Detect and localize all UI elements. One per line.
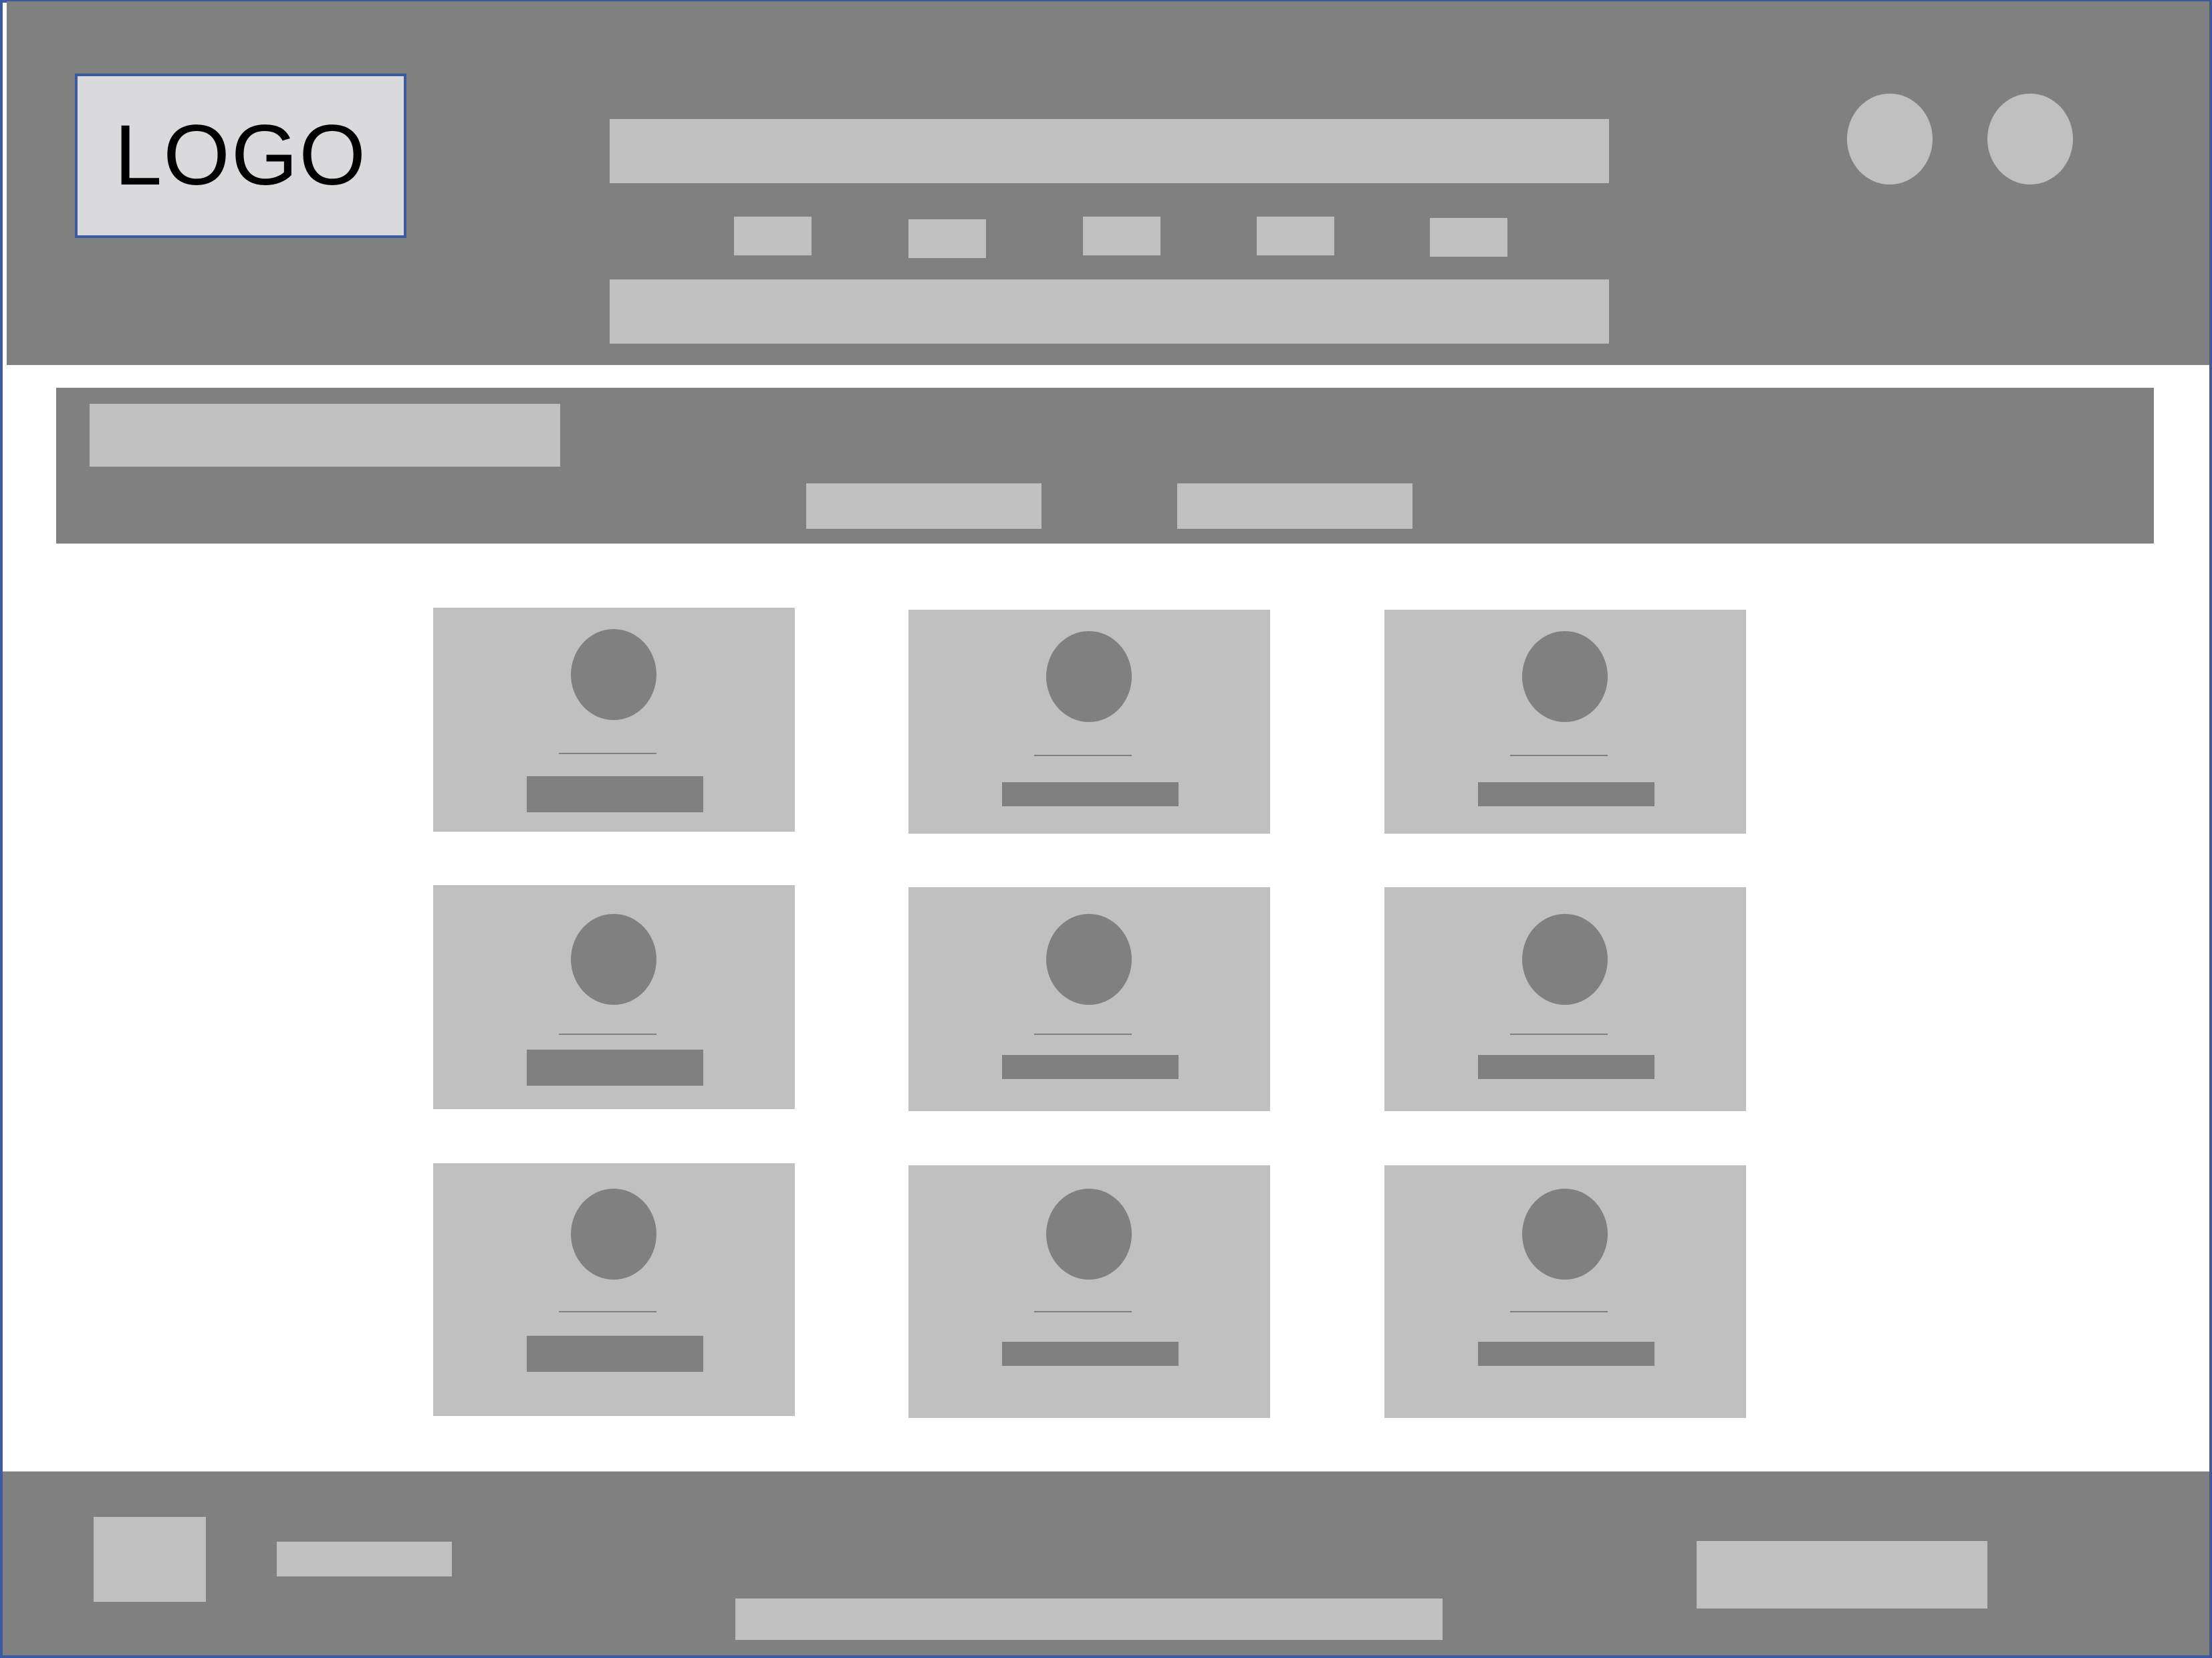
card-divider bbox=[1510, 1311, 1608, 1312]
card-label-placeholder bbox=[1478, 1055, 1654, 1079]
card-label-placeholder bbox=[1002, 782, 1179, 806]
card[interactable] bbox=[1384, 1165, 1746, 1418]
card-divider bbox=[559, 1311, 656, 1312]
logo[interactable]: LOGO bbox=[75, 74, 406, 238]
subheader-button-1[interactable] bbox=[806, 483, 1041, 529]
nav-item-1[interactable] bbox=[734, 217, 812, 255]
card[interactable] bbox=[908, 887, 1270, 1111]
card[interactable] bbox=[1384, 610, 1746, 834]
avatar-icon bbox=[1522, 631, 1608, 722]
card-label-placeholder bbox=[1002, 1342, 1179, 1366]
avatar-icon bbox=[571, 1189, 656, 1280]
nav-item-2[interactable] bbox=[908, 219, 986, 258]
card-divider bbox=[559, 753, 656, 754]
card-label-placeholder bbox=[1002, 1055, 1179, 1079]
card-label-placeholder bbox=[527, 1050, 703, 1086]
avatar-icon bbox=[1046, 914, 1132, 1005]
card-label-placeholder bbox=[527, 1336, 703, 1372]
card[interactable] bbox=[1384, 887, 1746, 1111]
card[interactable] bbox=[433, 608, 795, 832]
card-divider bbox=[1034, 1311, 1132, 1312]
card[interactable] bbox=[433, 885, 795, 1109]
card-divider bbox=[1034, 1034, 1132, 1035]
subheader-title-placeholder bbox=[90, 404, 560, 467]
search-bar[interactable] bbox=[610, 119, 1609, 183]
avatar-icon bbox=[1046, 1189, 1132, 1280]
logo-text: LOGO bbox=[114, 108, 367, 203]
avatar-icon bbox=[1522, 1189, 1608, 1280]
card-label-placeholder bbox=[1478, 1342, 1654, 1366]
avatar-icon bbox=[1046, 631, 1132, 722]
card-divider bbox=[1034, 755, 1132, 756]
card-divider bbox=[1510, 755, 1608, 756]
footer-button[interactable] bbox=[1697, 1541, 1987, 1609]
footer-logo-placeholder[interactable] bbox=[94, 1517, 206, 1602]
nav-item-5[interactable] bbox=[1430, 218, 1507, 257]
footer-center-bar[interactable] bbox=[735, 1598, 1443, 1640]
nav-item-3[interactable] bbox=[1083, 217, 1160, 255]
card-divider bbox=[1510, 1034, 1608, 1035]
avatar-icon bbox=[1522, 914, 1608, 1005]
card[interactable] bbox=[908, 1165, 1270, 1418]
footer-link[interactable] bbox=[277, 1542, 452, 1576]
card[interactable] bbox=[908, 610, 1270, 834]
card-label-placeholder bbox=[1478, 782, 1654, 806]
card-divider bbox=[559, 1034, 656, 1035]
nav-item-4[interactable] bbox=[1257, 217, 1334, 255]
avatar-icon bbox=[571, 914, 656, 1005]
subheader-button-2[interactable] bbox=[1177, 483, 1412, 529]
avatar-icon[interactable] bbox=[1987, 94, 2073, 185]
avatar-icon bbox=[571, 629, 656, 720]
avatar-icon[interactable] bbox=[1847, 94, 1933, 185]
card-label-placeholder bbox=[527, 776, 703, 812]
card[interactable] bbox=[433, 1163, 795, 1416]
secondary-bar[interactable] bbox=[610, 279, 1609, 344]
